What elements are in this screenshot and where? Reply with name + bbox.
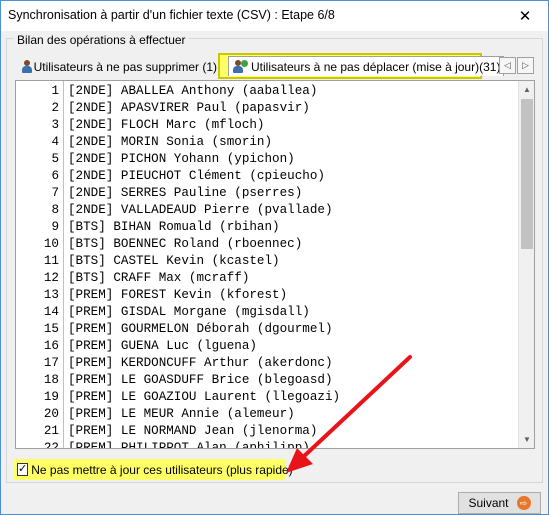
- user-entry-text: [PREM] FOREST Kevin (kforest): [68, 287, 288, 302]
- user-entry-text: [PREM] LE GOAZIOU Laurent (llegoazi): [68, 389, 341, 404]
- user-entry-text: [2NDE] SERRES Pauline (pserres): [68, 185, 303, 200]
- next-button[interactable]: Suivant ⇨: [458, 492, 541, 514]
- line-number: 9: [51, 219, 59, 234]
- operations-group: Bilan des opérations à effectuer Utilisa…: [6, 33, 543, 483]
- list-item[interactable]: 20 [PREM] LE MEUR Annie (alemeur): [16, 405, 521, 422]
- users-list[interactable]: 1 [2NDE] ABALLEA Anthony (aaballea) 2 [2NDE…: [15, 80, 535, 449]
- group-label: Bilan des opérations à effectuer: [14, 33, 189, 47]
- vertical-scrollbar[interactable]: ▲ ▼: [518, 81, 534, 448]
- user-entry-text: [2NDE] ABALLEA Anthony (aaballea): [68, 83, 318, 98]
- line-number: 17: [43, 355, 59, 370]
- user-entry-text: [PREM] GISDAL Morgane (mgisdall): [68, 304, 310, 319]
- tab-label: Utilisateurs à ne pas supprimer (1): [33, 59, 217, 74]
- list-rows: 1 [2NDE] ABALLEA Anthony (aaballea) 2 [2NDE…: [16, 82, 521, 449]
- line-number: 10: [43, 236, 59, 251]
- user-entry-text: [2NDE] PIEUCHOT Clément (cpieucho): [68, 168, 325, 183]
- scroll-down-icon[interactable]: ▼: [519, 431, 534, 448]
- line-number: 5: [51, 151, 59, 166]
- user-entry-text: [PREM] LE GOASDUFF Brice (blegoasd): [68, 372, 333, 387]
- user-entry-text: [PREM] GOURMELON Déborah (dgourmel): [68, 321, 333, 336]
- scrollbar-thumb[interactable]: [521, 99, 533, 249]
- list-item[interactable]: 3 [2NDE] FLOCH Marc (mfloch): [16, 116, 521, 133]
- user-entry-text: [PREM] PHILIPPOT Alan (aphilipp): [68, 440, 310, 449]
- line-number: 16: [43, 338, 59, 353]
- list-item[interactable]: 21 [PREM] LE NORMAND Jean (jlenorma): [16, 422, 521, 439]
- list-item[interactable]: 9 [BTS] BIHAN Romuald (rbihan): [16, 218, 521, 235]
- close-button[interactable]: ✕: [502, 1, 548, 31]
- list-item[interactable]: 1 [2NDE] ABALLEA Anthony (aaballea): [16, 82, 521, 99]
- list-item[interactable]: 2 [2NDE] APASVIRER Paul (papasvir): [16, 99, 521, 116]
- user-entry-text: [BTS] BOENNEC Roland (rboennec): [68, 236, 303, 251]
- line-number: 1: [51, 83, 59, 98]
- line-number: 21: [43, 423, 59, 438]
- window-title: Synchronisation à partir d'un fichier te…: [8, 8, 335, 22]
- user-entry-text: [PREM] GUENA Luc (lguena): [68, 338, 257, 353]
- line-number: 20: [43, 406, 59, 421]
- line-number: 15: [43, 321, 59, 336]
- close-icon: ✕: [518, 8, 532, 25]
- line-number: 8: [51, 202, 59, 217]
- user-entry-text: [PREM] LE NORMAND Jean (jlenorma): [68, 423, 318, 438]
- user-entry-text: [2NDE] APASVIRER Paul (papasvir): [68, 100, 310, 115]
- list-item[interactable]: 8 [2NDE] VALLADEAUD Pierre (pvallade): [16, 201, 521, 218]
- list-item[interactable]: 22 [PREM] PHILIPPOT Alan (aphilipp): [16, 439, 521, 449]
- list-item[interactable]: 15 [PREM] GOURMELON Déborah (dgourmel): [16, 320, 521, 337]
- line-number: 11: [43, 253, 59, 268]
- list-item[interactable]: 7 [2NDE] SERRES Pauline (pserres): [16, 184, 521, 201]
- list-item[interactable]: 6 [2NDE] PIEUCHOT Clément (cpieucho): [16, 167, 521, 184]
- line-number: 19: [43, 389, 59, 404]
- check-icon: ✓: [18, 463, 28, 475]
- user-entry-text: [PREM] LE MEUR Annie (alemeur): [68, 406, 295, 421]
- user-icon: [20, 60, 32, 73]
- tab-scroll-buttons: ◁ ▷: [499, 57, 534, 74]
- line-number: 3: [51, 117, 59, 132]
- list-item[interactable]: 18 [PREM] LE GOASDUFF Brice (blegoasd): [16, 371, 521, 388]
- list-item[interactable]: 12 [BTS] CRAFF Max (mcraff): [16, 269, 521, 286]
- list-item[interactable]: 17 [PREM] KERDONCUFF Arthur (akerdonc): [16, 354, 521, 371]
- scroll-up-icon[interactable]: ▲: [519, 81, 534, 98]
- list-item[interactable]: 10 [BTS] BOENNEC Roland (rboennec): [16, 235, 521, 252]
- arrow-left-icon: ◁: [504, 60, 511, 70]
- line-number: 14: [43, 304, 59, 319]
- user-entry-text: [2NDE] FLOCH Marc (mfloch): [68, 117, 265, 132]
- tab-not-move[interactable]: Utilisateurs à ne pas déplacer (mise à j…: [218, 53, 505, 79]
- arrow-right-icon: ⇨: [516, 496, 531, 510]
- tab-prev-button[interactable]: ◁: [499, 57, 516, 74]
- line-number: 12: [43, 270, 59, 285]
- title-bar: Synchronisation à partir d'un fichier te…: [1, 1, 548, 31]
- line-number: 13: [43, 287, 59, 302]
- skip-update-option[interactable]: ✓ Ne pas mettre à jour ces utilisateurs …: [13, 459, 293, 480]
- tab-next-button[interactable]: ▷: [517, 57, 534, 74]
- skip-update-checkbox[interactable]: ✓: [17, 463, 29, 476]
- list-item[interactable]: 16 [PREM] GUENA Luc (lguena): [16, 337, 521, 354]
- user-entry-text: [BTS] CASTEL Kevin (kcastel): [68, 253, 280, 268]
- line-number: 6: [51, 168, 59, 183]
- user-update-icon: [231, 60, 248, 73]
- line-number: 7: [51, 185, 59, 200]
- user-entry-text: [PREM] KERDONCUFF Arthur (akerdonc): [68, 355, 333, 370]
- line-number: 18: [43, 372, 59, 387]
- list-item[interactable]: 4 [2NDE] MORIN Sonia (smorin): [16, 133, 521, 150]
- tab-not-delete[interactable]: Utilisateurs à ne pas supprimer (1): [14, 55, 217, 78]
- user-entry-text: [2NDE] PICHON Yohann (ypichon): [68, 151, 295, 166]
- line-number: 2: [51, 100, 59, 115]
- line-number: 22: [43, 440, 59, 449]
- tab-label: Utilisateurs à ne pas déplacer (mise à j…: [251, 59, 501, 74]
- dialog-window: Synchronisation à partir d'un fichier te…: [0, 0, 549, 515]
- user-entry-text: [BTS] CRAFF Max (mcraff): [68, 270, 250, 285]
- list-item[interactable]: 14 [PREM] GISDAL Morgane (mgisdall): [16, 303, 521, 320]
- user-entry-text: [2NDE] MORIN Sonia (smorin): [68, 134, 273, 149]
- list-item[interactable]: 13 [PREM] FOREST Kevin (kforest): [16, 286, 521, 303]
- list-item[interactable]: 19 [PREM] LE GOAZIOU Laurent (llegoazi): [16, 388, 521, 405]
- list-item[interactable]: 11 [BTS] CASTEL Kevin (kcastel): [16, 252, 521, 269]
- next-label: Suivant: [468, 496, 509, 510]
- list-item[interactable]: 5 [2NDE] PICHON Yohann (ypichon): [16, 150, 521, 167]
- line-number: 4: [51, 134, 59, 149]
- user-entry-text: [BTS] BIHAN Romuald (rbihan): [68, 219, 280, 234]
- skip-update-label: Ne pas mettre à jour ces utilisateurs (p…: [31, 462, 293, 477]
- user-entry-text: [2NDE] VALLADEAUD Pierre (pvallade): [68, 202, 333, 217]
- arrow-right-icon: ▷: [522, 60, 529, 70]
